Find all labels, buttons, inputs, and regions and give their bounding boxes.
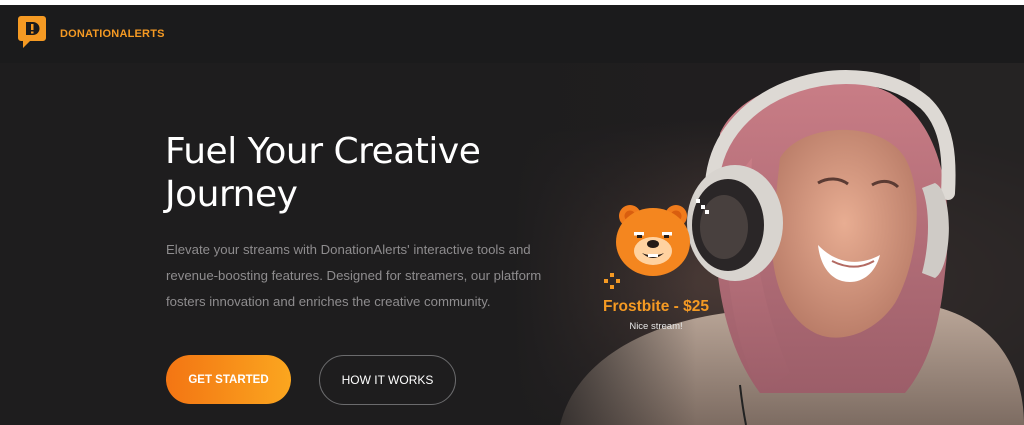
alert-title: Frostbite - $25 <box>603 298 709 315</box>
alert-message: Nice stream! <box>629 321 683 332</box>
get-started-button[interactable]: GET STARTED <box>166 355 291 404</box>
bear-mascot-icon <box>616 205 690 276</box>
donationalerts-logo-icon[interactable] <box>18 14 48 54</box>
navbar: DONATIONALERTS <box>0 5 1024 63</box>
hero-headline: Fuel Your Creative Journey <box>165 131 481 215</box>
brand-name[interactable]: DONATIONALERTS <box>60 28 165 40</box>
sparkle-icon <box>604 273 620 289</box>
hero-description: Elevate your streams with DonationAlerts… <box>166 242 542 309</box>
sparkle-icon <box>696 199 709 214</box>
donation-alert-widget: Frostbite - $25 Nice stream! <box>594 199 724 339</box>
how-it-works-button[interactable]: HOW IT WORKS <box>319 355 456 405</box>
hero-section: Fuel Your Creative Journey Elevate your … <box>0 63 1024 425</box>
